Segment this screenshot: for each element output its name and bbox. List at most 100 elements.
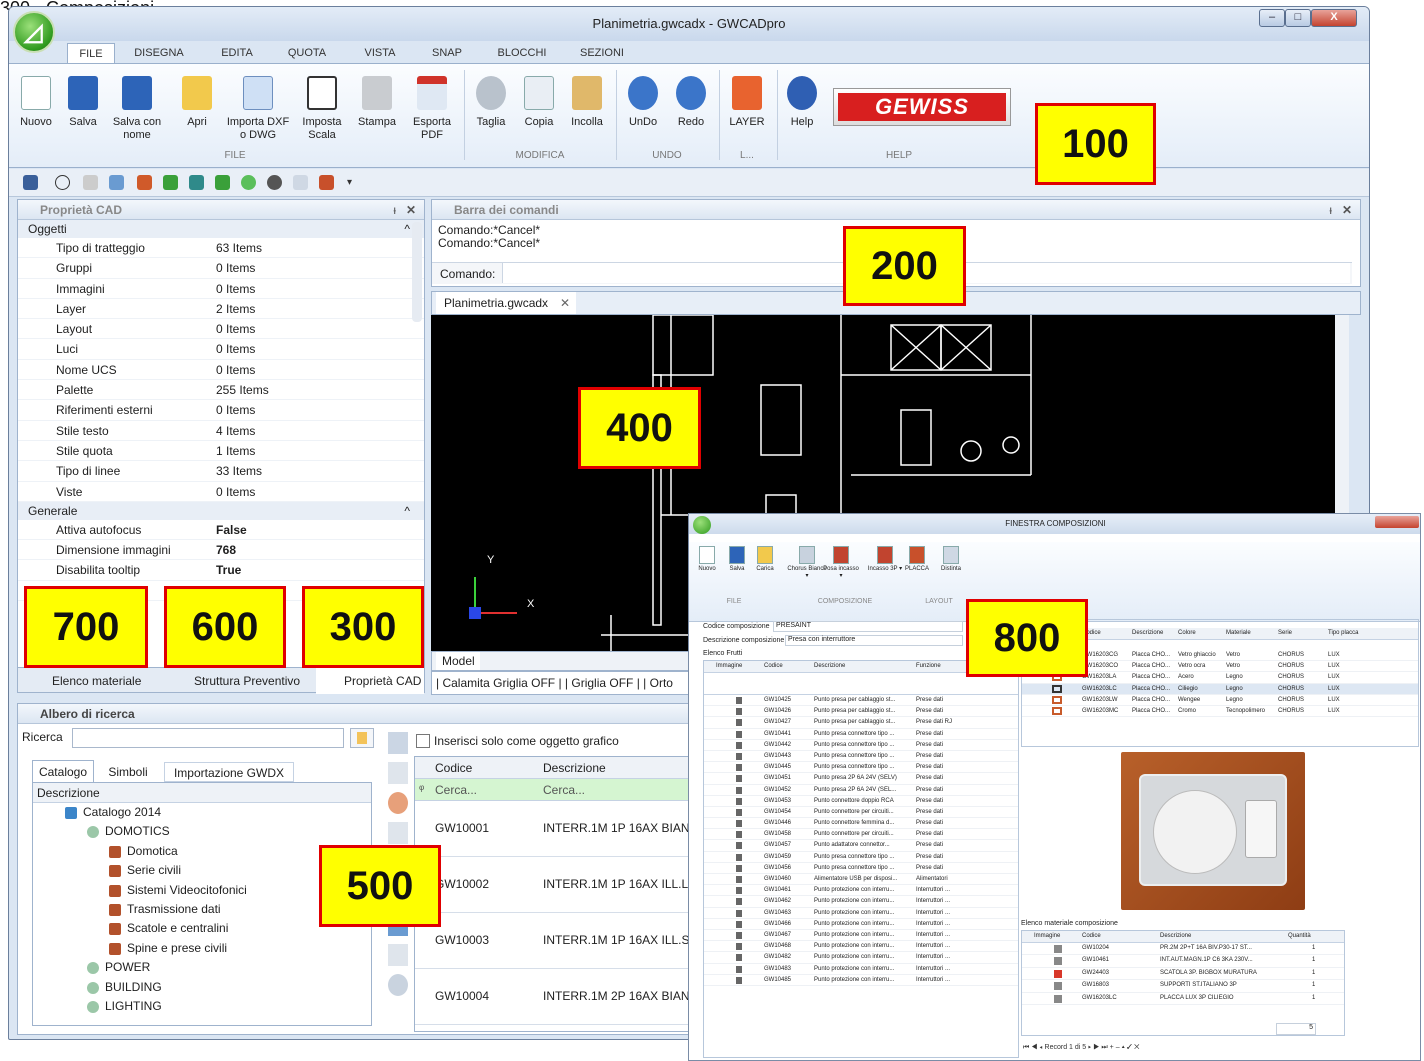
- record-navigator[interactable]: ⏮ ◀ ◂ Record 1 di 5 ▸ ▶ ⏭ + – ▴ ✓ ✕: [1023, 1044, 1139, 1052]
- list-item[interactable]: GW10459 Punto presa connettore tipo ... Pr…: [704, 852, 1018, 863]
- cut-button[interactable]: Taglia: [469, 68, 513, 154]
- comp-ribbon-button[interactable]: Nuovo: [693, 546, 721, 573]
- pin-icon[interactable]: ᵻ: [393, 200, 396, 220]
- list-item[interactable]: GW10482 Punto protezione con interru... In…: [704, 952, 1018, 964]
- descrizione-composizione-input[interactable]: Presa con interruttore: [785, 635, 963, 646]
- settings-icon[interactable]: [388, 974, 408, 996]
- search-input[interactable]: [72, 728, 344, 748]
- filter-codice[interactable]: Cerca...: [435, 783, 477, 797]
- property-row[interactable]: Layout 0 Items: [18, 319, 424, 340]
- tree-node[interactable]: Spine e prese civili: [33, 939, 371, 958]
- tab-catalogo[interactable]: Catalogo: [32, 760, 94, 782]
- tab-simboli[interactable]: Simboli: [100, 762, 156, 782]
- list-item[interactable]: GW10446 Punto connettore femmina d... Pres…: [704, 818, 1018, 830]
- list-item[interactable]: GW10425 Punto presa per cablaggio st... Pr…: [704, 695, 1018, 707]
- property-row[interactable]: Tipo di tratteggio 63 Items: [18, 238, 424, 259]
- tab-model[interactable]: Model: [436, 652, 480, 670]
- table-row[interactable]: GW16203LC Placca CHO... Ciliegio Legno CHORU…: [1022, 683, 1418, 695]
- col-descrizione[interactable]: Descrizione: [543, 761, 606, 775]
- table-row[interactable]: GW16803 SUPPORTI ST.ITALIANO 3P 1: [1022, 980, 1344, 993]
- maximize-button[interactable]: □: [1285, 9, 1311, 27]
- tab-snap[interactable]: SNAP: [419, 43, 475, 63]
- set-scale-button[interactable]: Imposta Scala: [297, 68, 347, 154]
- list-item[interactable]: GW10426 Punto presa per cablaggio st... Pr…: [704, 706, 1018, 718]
- person-icon[interactable]: [388, 732, 408, 754]
- panel-close-icon[interactable]: ✕: [406, 200, 416, 220]
- copy-button[interactable]: Copia: [517, 68, 561, 154]
- col-codice[interactable]: Codice: [435, 761, 472, 775]
- codice-composizione-input[interactable]: PRESAINT: [773, 621, 963, 632]
- table-icon[interactable]: [388, 762, 408, 784]
- list-item[interactable]: GW10457 Punto adattatore connettor... Pres…: [704, 840, 1018, 852]
- graphic-only-checkbox[interactable]: [416, 734, 430, 748]
- target-tool-icon[interactable]: [241, 175, 256, 190]
- list-item[interactable]: GW10443 Punto presa connettore tipo ... Pr…: [704, 751, 1018, 763]
- close-button[interactable]: X: [1311, 9, 1357, 27]
- tab-elenco-materiale[interactable]: Elenco materiale: [24, 668, 154, 694]
- list-item[interactable]: GW10460 Alimentatore USB per disposi... Al…: [704, 874, 1018, 886]
- layer-button[interactable]: LAYER: [723, 68, 771, 154]
- list-item[interactable]: GW10427 Punto presa per cablaggio st... Pr…: [704, 717, 1018, 729]
- category-oggetti[interactable]: Oggetti ^: [18, 220, 424, 238]
- bomb-tool-icon[interactable]: [267, 175, 282, 190]
- line-tool-icon[interactable]: [23, 175, 38, 190]
- list-item[interactable]: GW10462 Punto protezione con interru... In…: [704, 896, 1018, 908]
- comp-ribbon-button[interactable]: Carica: [751, 546, 779, 573]
- property-row[interactable]: Immagini 0 Items: [18, 279, 424, 299]
- table-row[interactable]: GW10003 INTERR.1M 1P 16AX ILL.SEGN: [415, 913, 716, 969]
- list-item[interactable]: GW10445 Punto presa connettore tipo ... Pr…: [704, 762, 1018, 774]
- property-row[interactable]: Viste 0 Items: [18, 482, 424, 502]
- table-row[interactable]: GW16203LW Placca CHO... Wengee Legno CHORUS L…: [1022, 695, 1418, 706]
- tab-file[interactable]: FILE: [67, 43, 115, 63]
- list-item[interactable]: GW10452 Punto presa 2P 6A 24V (SEL... Pres…: [704, 785, 1018, 796]
- paste-button[interactable]: Incolla: [565, 68, 609, 154]
- comp-ribbon-button[interactable]: Distinta: [937, 546, 965, 573]
- table-row[interactable]: GW10004 INTERR.1M 2P 16AX BIANCO: [415, 969, 708, 1025]
- report-tool-icon[interactable]: [319, 175, 334, 190]
- property-row[interactable]: Riferimenti esterni 0 Items: [18, 400, 424, 421]
- tree-node[interactable]: Catalogo 2014: [33, 803, 371, 822]
- table-row[interactable]: GW24403 SCATOLA 3P. BIGBOX MURATURA 1: [1022, 968, 1344, 981]
- property-row[interactable]: Attiva autofocus False: [18, 520, 424, 541]
- tree-node[interactable]: LIGHTING: [33, 997, 371, 1016]
- table-row[interactable]: GW10461 INT.AUT.MAGN.1P C6 3KA 230V... 1: [1022, 955, 1344, 968]
- toolbar-overflow-icon[interactable]: ▾: [347, 177, 352, 188]
- list-item[interactable]: GW10451 Punto presa 2P 6A 24V (SELV) Prese…: [704, 773, 1018, 785]
- tab-vista[interactable]: VISTA: [352, 43, 408, 63]
- tab-edita[interactable]: EDITA: [209, 43, 265, 63]
- print-button[interactable]: Stampa: [353, 68, 401, 154]
- circle-tool-icon[interactable]: [55, 175, 70, 190]
- property-row[interactable]: Palette 255 Items: [18, 380, 424, 401]
- table-row[interactable]: GW16203MC Placca CHO... Cromo Tecnopolimero…: [1022, 706, 1418, 718]
- command-close-icon[interactable]: ✕: [1342, 200, 1352, 220]
- filter-descrizione[interactable]: Cerca...: [543, 783, 585, 797]
- tree-node[interactable]: POWER: [33, 958, 371, 977]
- search-button[interactable]: [350, 728, 374, 748]
- list-item[interactable]: GW10468 Punto protezione con interru... In…: [704, 941, 1018, 953]
- palette-icon[interactable]: [388, 792, 408, 814]
- property-row[interactable]: Dimensione immagini 768: [18, 540, 424, 561]
- tab-proprieta-cad[interactable]: Proprietà CAD: [316, 668, 424, 694]
- category-generale[interactable]: Generale ^: [18, 501, 424, 520]
- save-as-button[interactable]: Salva con nome: [109, 68, 165, 154]
- list-item[interactable]: GW10456 Punto presa connettore tipo ... Pr…: [704, 863, 1018, 874]
- table-row[interactable]: GW10204 PR.2M 2P+T 16A BIV.P30-17 ST... 1: [1022, 943, 1344, 956]
- list-item[interactable]: GW10463 Punto protezione con interru... In…: [704, 908, 1018, 919]
- list-item[interactable]: GW10485 Punto protezione con interru... In…: [704, 975, 1018, 986]
- property-row[interactable]: Luci 0 Items: [18, 339, 424, 360]
- list-item[interactable]: GW10454 Punto connettore per circuiti... P…: [704, 807, 1018, 819]
- redo-button[interactable]: Redo: [669, 68, 713, 154]
- export-pdf-button[interactable]: Esporta PDF: [407, 68, 457, 154]
- list-item[interactable]: GW10467 Punto protezione con interru... In…: [704, 930, 1018, 942]
- open-button[interactable]: Apri: [177, 68, 217, 154]
- help-button[interactable]: Help: [781, 68, 823, 154]
- image-tool-icon[interactable]: [109, 175, 124, 190]
- property-row[interactable]: Gruppi 0 Items: [18, 258, 424, 279]
- property-row[interactable]: Layer 2 Items: [18, 299, 424, 320]
- app-logo-icon[interactable]: ◿: [13, 11, 55, 53]
- comp-logo-icon[interactable]: [693, 516, 711, 534]
- zoom-tool-icon[interactable]: [293, 175, 308, 190]
- tab-blocchi[interactable]: BLOCCHI: [487, 43, 557, 63]
- list-item[interactable]: GW10483 Punto protezione con interru... In…: [704, 964, 1018, 975]
- props-scrollbar[interactable]: [412, 222, 422, 322]
